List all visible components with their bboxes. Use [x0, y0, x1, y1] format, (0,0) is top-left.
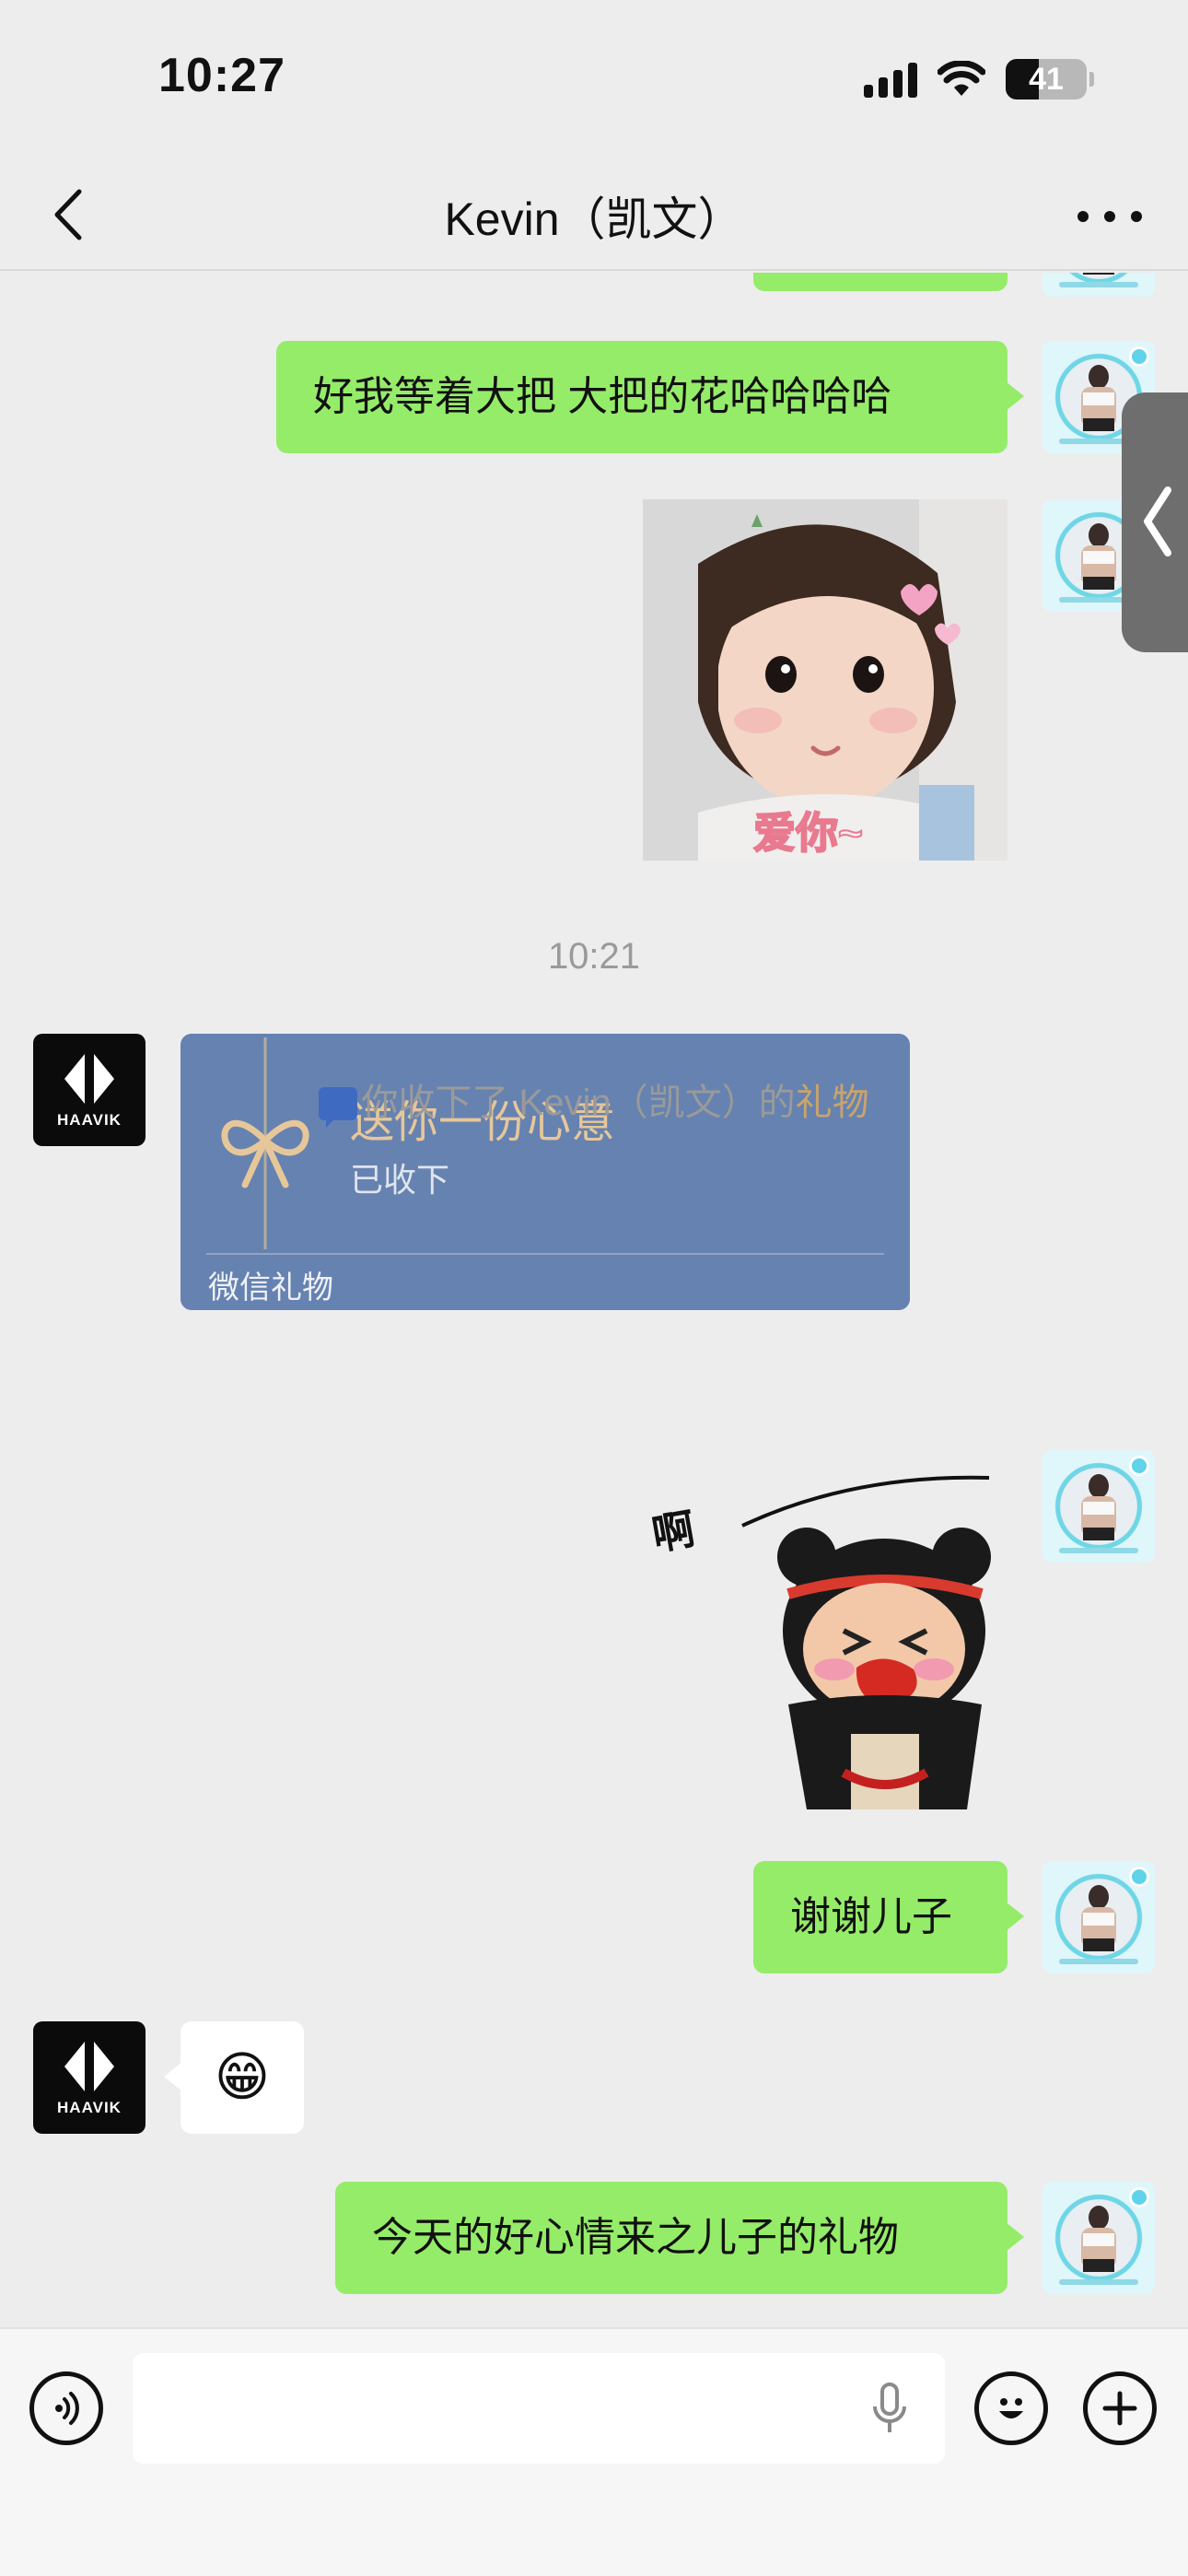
haavik-logo-icon [64, 2042, 114, 2091]
gift-footer-label: 微信礼物 [208, 1270, 333, 1306]
wifi-icon [938, 61, 985, 96]
haavik-brand-text: HAAVIK [57, 2099, 122, 2116]
contact-avatar[interactable]: HAAVIK [33, 2021, 146, 2134]
notice-text: 你收下了 Kevin（凯文）的 [361, 1083, 796, 1123]
my-avatar[interactable] [1042, 1450, 1155, 1563]
emoji-button[interactable] [974, 2371, 1048, 2445]
sticker-text: 啊 [650, 1504, 699, 1560]
voice-wave-icon [55, 2392, 79, 2425]
cellular-signal-icon [864, 61, 917, 98]
photo-message[interactable]: 爱你~ [643, 499, 1007, 861]
chat-title: Kevin（凯文） [444, 193, 744, 245]
my-avatar[interactable] [1042, 1861, 1155, 1973]
battery-level: 41 [1029, 61, 1064, 97]
my-avatar[interactable] [1042, 2182, 1155, 2294]
gift-divider [206, 1253, 884, 1255]
message-bubble-sent[interactable]: 今天的好心情来之儿子的礼物 [335, 2182, 1024, 2294]
message-bubble-sent[interactable]: 谢谢儿子 [753, 1861, 1024, 1973]
photo-caption: 爱你~ [752, 808, 864, 858]
input-bar [0, 2327, 1188, 2576]
message-bubble-sent[interactable]: 好我等着大把 大把的花哈哈哈哈 [276, 341, 1024, 453]
emoji-grin: 😁 [214, 2047, 271, 2107]
more-options-icon[interactable] [1077, 193, 1142, 240]
message-input[interactable] [133, 2353, 945, 2464]
message-list[interactable]: 好我等着大把 大把的花哈哈哈哈 爱你~ 10:21 HAAVIK 送你一份心意 … [0, 273, 1188, 2327]
message-bubble-received[interactable]: 😁 [164, 2021, 304, 2134]
microphone-icon[interactable] [871, 2383, 908, 2436]
gift-received-notice: 你收下了 Kevin（凯文）的礼物 [0, 1072, 1188, 1128]
ribbon-bow-icon [221, 1037, 309, 1249]
gift-chat-icon [319, 1087, 358, 1128]
plus-icon [1102, 2391, 1137, 2426]
previous-message-bubble[interactable] [753, 273, 1007, 291]
sticker-crying-character: 啊 [648, 1475, 991, 1809]
my-avatar[interactable] [1042, 273, 1155, 297]
voice-toggle-button[interactable] [29, 2371, 103, 2445]
time-divider: 10:21 [547, 936, 641, 977]
sticker-message[interactable]: 啊 [648, 1465, 1009, 1809]
status-time: 10:27 [158, 49, 285, 102]
floating-side-tab[interactable] [1122, 392, 1188, 652]
smiley-icon [999, 2398, 1023, 2418]
gift-link[interactable]: 礼物 [796, 1083, 869, 1123]
battery-icon: 41 [1006, 59, 1094, 100]
chat-header: Kevin（凯文） [0, 157, 1188, 271]
status-icons: 41 [864, 57, 1094, 101]
status-bar: 10:27 41 [0, 0, 1188, 157]
more-actions-button[interactable] [1083, 2371, 1157, 2445]
chevron-left-icon [1144, 486, 1171, 556]
gift-status: 已收下 [350, 1161, 450, 1199]
